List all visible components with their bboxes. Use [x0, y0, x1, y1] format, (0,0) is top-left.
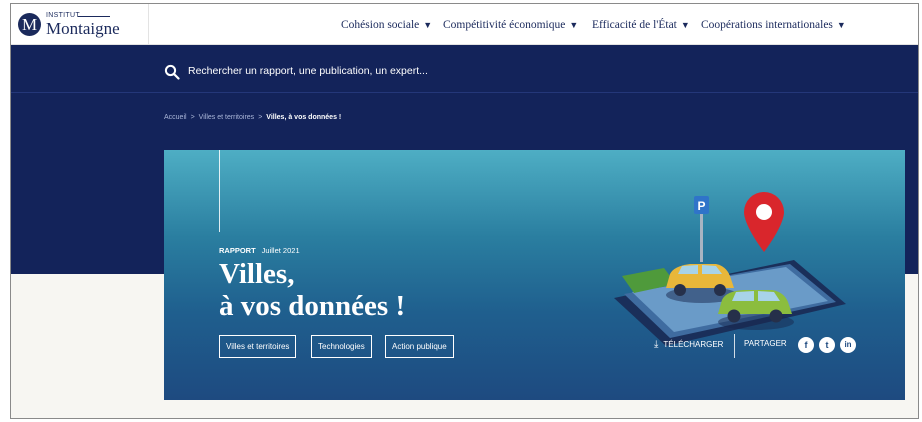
logo-rule — [78, 16, 110, 17]
report-date: Juillet 2021 — [261, 246, 300, 255]
nav-item-cohesion-sociale[interactable]: Cohésion sociale ▼ — [341, 4, 432, 45]
report-type: RAPPORT — [219, 246, 256, 255]
nav-label: Cohésion sociale — [341, 19, 420, 31]
report-hero: RAPPORT Juillet 2021 Villes, à vos donnée… — [164, 150, 905, 400]
share-divider — [734, 334, 735, 358]
report-meta: RAPPORT Juillet 2021 — [219, 246, 300, 255]
title-line-2: à vos données ! — [219, 290, 406, 322]
breadcrumb-current: Villes, à vos données ! — [266, 114, 342, 121]
logo-wordmark: Montaigne — [46, 19, 120, 38]
logo-mark: M — [18, 13, 41, 36]
breadcrumb-separator: > — [258, 114, 263, 121]
download-icon: ⤓ — [654, 339, 659, 350]
title-line-1: Villes, — [219, 258, 295, 290]
download-label: TÉLÉCHARGER — [663, 340, 724, 349]
site-header: M INSTITUT Montaigne Cohésion sociale ▼ C… — [11, 4, 918, 45]
search-icon[interactable] — [164, 64, 180, 80]
tag-technologies[interactable]: Technologies — [311, 335, 372, 358]
download-button[interactable]: ⤓ TÉLÉCHARGER — [654, 339, 723, 350]
facebook-icon[interactable]: f — [798, 337, 814, 353]
hero-accent-line — [219, 150, 220, 232]
page-title: Villes, à vos données ! — [219, 258, 405, 322]
chevron-down-icon: ▼ — [680, 20, 690, 30]
breadcrumb-villes[interactable]: Villes et territoires — [199, 114, 255, 121]
city-parking-illustration: P — [614, 192, 846, 346]
share-label: PARTAGER — [744, 339, 787, 348]
nav-label: Efficacité de l'État — [592, 19, 677, 31]
logo-institut: INSTITUT — [46, 12, 80, 19]
tag-villes-et-territoires[interactable]: Villes et territoires — [219, 335, 297, 358]
nav-label: Compétitivité économique — [443, 19, 566, 31]
search-input[interactable]: Rechercher un rapport, une publication, … — [188, 65, 428, 77]
nav-label: Coopérations internationales — [701, 19, 833, 31]
site-logo[interactable]: M INSTITUT Montaigne — [11, 4, 149, 45]
breadcrumb: Accueil > Villes et territoires > Villes, à … — [164, 114, 341, 121]
tag-action-publique[interactable]: Action publique — [385, 335, 454, 358]
linkedin-icon[interactable]: in — [840, 337, 856, 353]
twitter-icon[interactable]: t — [819, 337, 835, 353]
nav-item-efficacite[interactable]: Efficacité de l'État ▼ — [592, 4, 690, 45]
chevron-down-icon: ▼ — [569, 20, 579, 30]
breadcrumb-separator: > — [190, 114, 195, 121]
breadcrumb-home[interactable]: Accueil — [164, 114, 187, 121]
divider — [11, 92, 918, 93]
nav-item-competitivite[interactable]: Compétitivité économique ▼ — [443, 4, 578, 45]
chevron-down-icon: ▼ — [836, 20, 846, 30]
chevron-down-icon: ▼ — [423, 20, 433, 30]
browser-viewport: M INSTITUT Montaigne Cohésion sociale ▼ C… — [10, 3, 919, 419]
nav-item-cooperations[interactable]: Coopérations internationales ▼ — [701, 4, 846, 45]
parking-sign: P — [697, 199, 705, 213]
